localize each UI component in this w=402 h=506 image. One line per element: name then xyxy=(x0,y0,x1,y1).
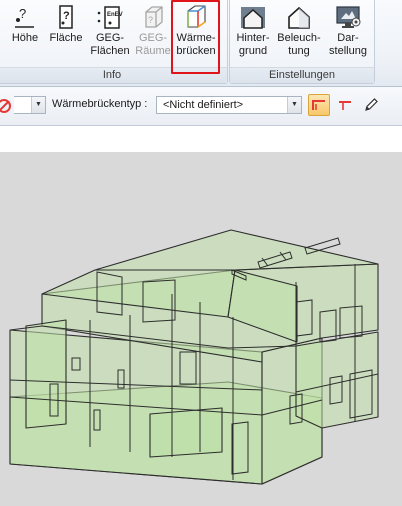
prohibited-icon[interactable] xyxy=(0,98,12,114)
geg-raeume-button[interactable]: ? GEG- Räume xyxy=(133,2,173,68)
pencil-icon xyxy=(365,98,378,111)
linear-bridge-icon xyxy=(312,100,325,110)
geg-raeume-label-1: GEG- xyxy=(138,32,168,44)
geg-areas-icon: EnEV xyxy=(97,6,123,29)
svg-text:?: ? xyxy=(148,15,153,25)
flaeche-label: Fläche xyxy=(49,32,83,44)
einstellungen-group-label: Einstellungen xyxy=(230,67,374,83)
chevron-down-icon: ▼ xyxy=(287,97,301,113)
linear-bridge-tool[interactable] xyxy=(308,94,330,116)
geg-rooms-icon: ? xyxy=(145,6,163,28)
beleuchtung-label-1: Beleuch- xyxy=(277,32,321,44)
hintergrund-label-1: Hinter- xyxy=(236,32,270,44)
darstellung-label-2: stellung xyxy=(329,45,367,57)
lighting-house-icon xyxy=(288,6,310,29)
beleuchtung-label-2: tung xyxy=(288,45,310,57)
geg-flaechen-label-2: Flächen xyxy=(90,45,130,57)
hintergrund-label-2: grund xyxy=(238,45,268,57)
waermebrueckentyp-select[interactable]: <Nicht definiert> ▼ xyxy=(156,96,302,114)
svg-text:EnEV: EnEV xyxy=(107,12,123,18)
darstellung-label-1: Dar- xyxy=(337,32,359,44)
height-icon: ? xyxy=(15,6,34,28)
area-icon: ? xyxy=(59,5,73,29)
svg-text:?: ? xyxy=(63,10,70,22)
background-house-icon xyxy=(241,7,265,29)
display-monitor-icon xyxy=(336,6,361,28)
hoehe-button[interactable]: ? Höhe xyxy=(6,2,44,68)
prohibited-dropdown[interactable]: ▼ xyxy=(14,96,46,114)
ribbon: Info Einstellungen ? Höhe ? Fläche EnEV … xyxy=(0,0,402,87)
geg-flaechen-label-1: GEG- xyxy=(95,32,125,44)
waermebrueckentyp-value: <Nicht definiert> xyxy=(163,99,244,111)
point-bridge-icon xyxy=(339,101,351,110)
chevron-down-icon: ▼ xyxy=(31,97,45,113)
waermebrueckentyp-label: Wärmebrückentyp : xyxy=(52,98,148,110)
darstellung-button[interactable]: Dar- stellung xyxy=(326,2,370,68)
beleuchtung-button[interactable]: Beleuch- tung xyxy=(276,2,322,68)
geg-flaechen-button[interactable]: EnEV GEG- Flächen xyxy=(90,2,130,68)
thermal-bridge-toolbar: ▼ Wärmebrückentyp : <Nicht definiert> ▼ xyxy=(0,87,402,126)
geg-raeume-label-2: Räume xyxy=(135,45,171,57)
3d-viewport[interactable] xyxy=(0,152,402,506)
point-bridge-tool[interactable] xyxy=(334,94,356,116)
flaeche-button[interactable]: ? Fläche xyxy=(47,2,85,68)
waermebruecken-highlight xyxy=(171,0,220,74)
hintergrund-button[interactable]: Hinter- grund xyxy=(233,2,273,68)
building-model xyxy=(9,229,379,485)
hoehe-label: Höhe xyxy=(11,32,39,44)
edit-tool[interactable] xyxy=(360,94,382,116)
svg-text:?: ? xyxy=(19,6,26,21)
view-tab-strip xyxy=(0,126,402,153)
